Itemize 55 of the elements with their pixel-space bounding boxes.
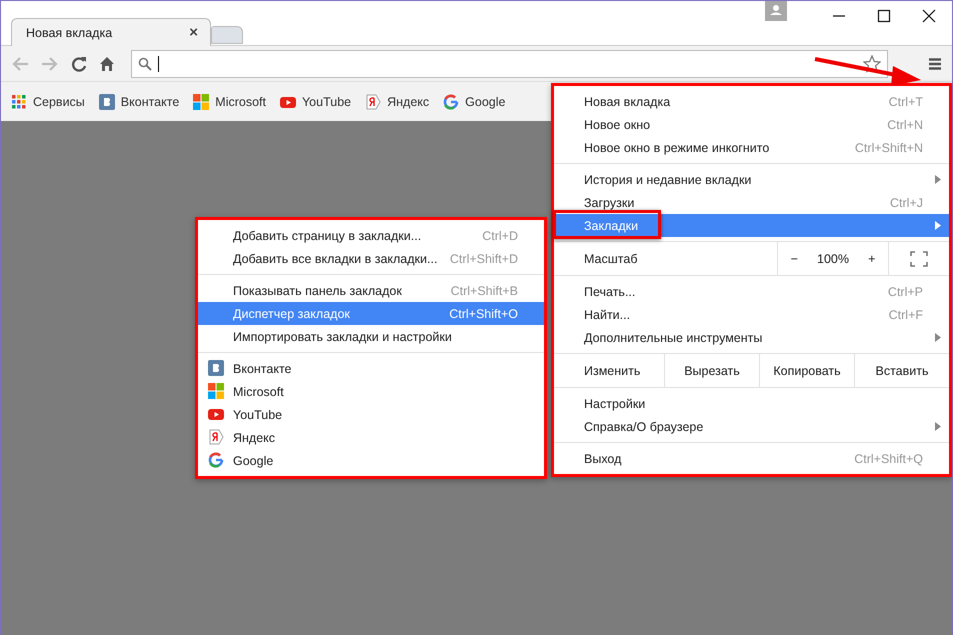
star-icon[interactable] (863, 54, 881, 72)
fullscreen-icon[interactable] (910, 250, 928, 266)
bookmark-link[interactable]: Сервисы (11, 94, 85, 110)
menu-item[interactable]: Microsoft (198, 380, 544, 403)
zoom-out-button[interactable]: − (784, 252, 804, 266)
menu-item[interactable]: Показывать панель закладок Ctrl+Shift+B (198, 279, 544, 302)
menu-item[interactable]: Новое окно Ctrl+N (554, 113, 949, 136)
bookmark-link[interactable]: YouTube (280, 94, 352, 110)
menu-item[interactable]: Вконтакте (198, 357, 544, 380)
microsoft-icon (208, 383, 224, 399)
vk-icon (98, 94, 115, 110)
menu-icon[interactable] (928, 56, 942, 70)
browser-tab[interactable]: Новая вкладка × (11, 18, 211, 46)
menu-item[interactable]: Найти... Ctrl+F (554, 303, 949, 326)
menu-item[interactable]: Яндекс (198, 426, 544, 449)
zoom-in-button[interactable]: + (862, 252, 882, 266)
vk-icon (208, 360, 224, 376)
menu-item[interactable]: Новое окно в режиме инкогнито Ctrl+Shift+N (554, 136, 949, 159)
reload-icon[interactable] (71, 56, 87, 72)
google-icon (443, 94, 460, 110)
yandex-icon (208, 429, 224, 445)
menu-item[interactable]: Google (198, 449, 544, 472)
google-icon (208, 452, 224, 468)
zoom-value: 100% (817, 252, 849, 266)
menu-item[interactable]: Загрузки Ctrl+J (554, 191, 949, 214)
menu-item[interactable]: Справка/О браузере (554, 415, 949, 438)
menu-item[interactable]: YouTube (198, 403, 544, 426)
menu-item[interactable]: Настройки (554, 392, 949, 415)
tab-title: Новая вкладка (26, 26, 114, 40)
apps-icon (11, 94, 27, 110)
profile-icon[interactable] (765, 1, 787, 21)
edit-label: Изменить (583, 362, 642, 380)
bookmark-link[interactable]: Microsoft (193, 94, 266, 110)
menu-item[interactable]: История и недавние вкладки (554, 168, 949, 191)
microsoft-icon (193, 94, 210, 110)
bookmark-link[interactable]: Вконтакте (98, 94, 180, 110)
zoom-label: Масштаб (583, 250, 638, 268)
maximize-icon[interactable] (877, 9, 891, 23)
menu-item[interactable]: Импортировать закладки и настройки (198, 325, 544, 348)
menu-item[interactable]: Дополнительные инструменты (554, 326, 949, 349)
menu-item[interactable]: Добавить все вкладки в закладки... Ctrl+Shift+D (198, 247, 544, 270)
tab-close-button[interactable]: × (189, 24, 198, 41)
menu-item[interactable]: Выход Ctrl+Shift+Q (554, 447, 949, 470)
menu-item[interactable]: Печать... Ctrl+P (554, 280, 949, 303)
youtube-icon (208, 406, 224, 422)
close-icon[interactable] (922, 9, 936, 23)
bookmark-link[interactable]: Google (443, 94, 506, 110)
search-icon (138, 56, 152, 70)
home-icon[interactable] (99, 56, 115, 72)
yandex-icon (365, 94, 382, 110)
menu-item[interactable]: Новая вкладка Ctrl+T (554, 90, 949, 113)
menu-item[interactable]: Диспетчер закладок Ctrl+Shift+O (198, 302, 544, 325)
menu-item[interactable]: Добавить страницу в закладки... Ctrl+D (198, 224, 544, 247)
bookmark-link[interactable]: Яндекс (365, 94, 430, 110)
edit-button[interactable]: Вставить (854, 354, 949, 387)
